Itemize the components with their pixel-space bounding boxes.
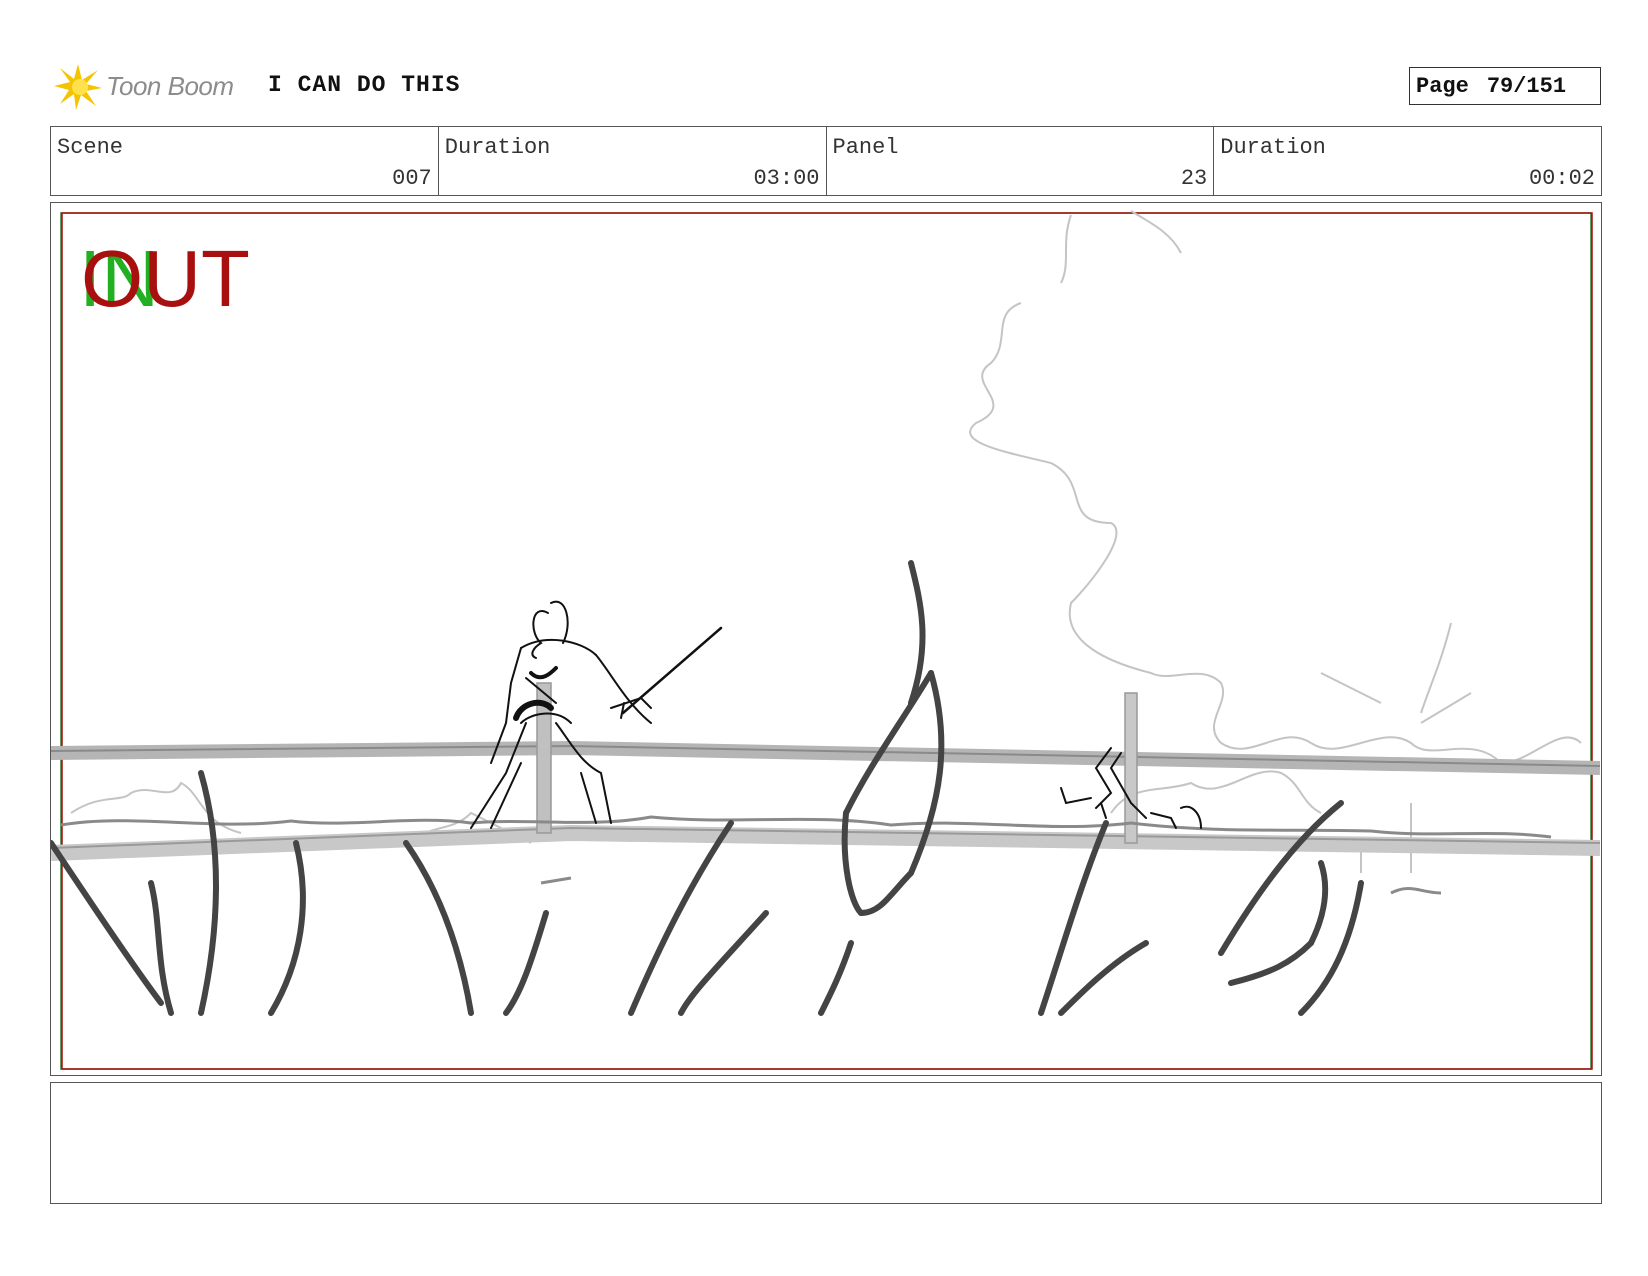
scene-duration-cell: Duration 03:00: [439, 127, 827, 195]
logo-text: Toon Boom: [106, 70, 234, 101]
panel-duration-cell: Duration 00:02: [1214, 127, 1601, 195]
scene-duration-value: 03:00: [753, 166, 820, 191]
panel-duration-label: Duration: [1220, 135, 1326, 160]
panel-sketch: [51, 210, 1600, 1070]
background-tree-sketch: [969, 210, 1582, 873]
starburst-icon: [54, 64, 102, 110]
in-out-marker: IN OUT: [79, 239, 259, 319]
page-indicator: Page 79/151: [1409, 67, 1601, 105]
in-frame-border: [60, 212, 1592, 1070]
info-row: Scene 007 Duration 03:00 Panel 23 Durati…: [50, 126, 1602, 196]
panel-value: 23: [1180, 166, 1208, 191]
panel-duration-value: 00:02: [1528, 166, 1595, 191]
scene-label: Scene: [57, 135, 124, 160]
page-number: 79/151: [1486, 73, 1567, 99]
scene-cell: Scene 007: [51, 127, 439, 195]
scene-value: 007: [392, 166, 432, 191]
warrior-figure: [470, 600, 723, 829]
project-title: I CAN DO THIS: [268, 72, 461, 98]
out-marker: OUT: [81, 234, 250, 323]
out-frame-border: [61, 212, 1593, 1070]
page-label: Page: [1416, 73, 1469, 99]
storyboard-panel: IN OUT: [50, 202, 1602, 1076]
scene-duration-label: Duration: [444, 135, 551, 160]
panel-cell: Panel 23: [827, 127, 1215, 195]
panel-label: Panel: [832, 135, 899, 160]
fence-rails: [51, 682, 1600, 861]
notes-box[interactable]: [50, 1082, 1602, 1204]
toon-boom-logo: Toon Boom: [52, 58, 234, 114]
